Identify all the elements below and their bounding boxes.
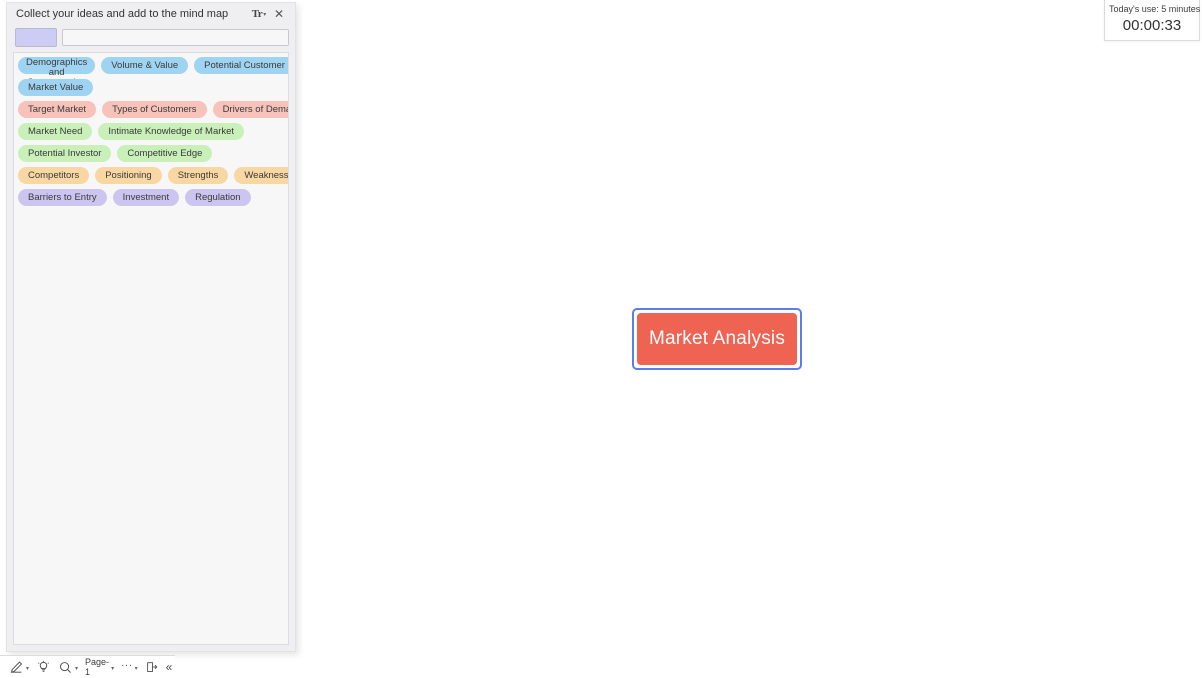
chevron-down-icon: ▾ bbox=[111, 666, 115, 672]
collapse-left-icon: « bbox=[165, 660, 173, 674]
tag-row: Market Need Intimate Knowledge of Market bbox=[18, 123, 286, 140]
idea-tag[interactable]: Investment bbox=[112, 189, 180, 206]
tag-row: Barriers to Entry Investment Regulation bbox=[18, 189, 286, 206]
collapse-panel-button[interactable]: « bbox=[163, 657, 176, 677]
color-swatch-picker[interactable] bbox=[15, 28, 57, 47]
more-dots-label: ··· bbox=[121, 659, 133, 671]
magnifier-icon bbox=[58, 660, 73, 675]
pen-icon bbox=[9, 660, 24, 675]
idea-tag[interactable]: Strengths bbox=[167, 167, 229, 184]
idea-tag[interactable]: Potential Investor bbox=[18, 145, 112, 162]
idea-tag[interactable]: Competitive Edge bbox=[117, 145, 213, 162]
panel-header: Collect your ideas and add to the mind m… bbox=[7, 3, 295, 25]
chevron-down-icon: ▾ bbox=[263, 11, 267, 18]
tag-row: Market Value bbox=[18, 79, 286, 96]
idea-tag[interactable]: Types of Customers bbox=[102, 101, 207, 118]
idea-tag[interactable]: Barriers to Entry bbox=[18, 189, 107, 206]
chevron-down-icon: ▾ bbox=[26, 666, 30, 672]
idea-tag[interactable]: Potential Customer bbox=[194, 57, 288, 74]
pen-tool-button[interactable]: ▾ bbox=[6, 657, 32, 677]
tag-row: Demographics and Segmentation Volume & V… bbox=[18, 57, 288, 88]
idea-tag[interactable]: Weaknesses bbox=[234, 167, 288, 184]
idea-input-row bbox=[7, 25, 295, 52]
close-icon-glyph: ✕ bbox=[273, 7, 285, 21]
idea-tag[interactable]: Drivers of Demand bbox=[212, 101, 288, 118]
chevron-down-icon: ▾ bbox=[75, 666, 79, 672]
idea-tag[interactable]: Volume & Value bbox=[101, 57, 189, 74]
page-label: Page-1 bbox=[85, 657, 110, 677]
zoom-tool-button[interactable]: ▾ bbox=[55, 657, 81, 677]
idea-tag[interactable]: Market Value bbox=[18, 79, 94, 96]
lightbulb-icon bbox=[36, 660, 51, 675]
idea-lightbulb-button[interactable] bbox=[33, 657, 54, 677]
center-node-label: Market Analysis bbox=[648, 328, 786, 349]
center-node-body[interactable]: Market Analysis bbox=[637, 313, 797, 365]
idea-tag[interactable]: Regulation bbox=[185, 189, 251, 206]
idea-tag[interactable]: Target Market bbox=[18, 101, 97, 118]
export-panel-button[interactable] bbox=[142, 657, 162, 677]
timer-usage-label: Today's use: 5 minutes bbox=[1109, 4, 1201, 14]
close-icon[interactable]: ✕ bbox=[269, 5, 289, 23]
idea-tag[interactable]: Demographics and Segmentation bbox=[18, 57, 96, 88]
more-options-button[interactable]: ··· ▾ bbox=[118, 657, 141, 677]
bottom-toolbar: ▾ ▾ Page-1 ▾ ··· ▾ « bbox=[0, 655, 175, 678]
idea-tag[interactable]: Market Need bbox=[18, 123, 93, 140]
mindmap-center-node[interactable]: Market Analysis bbox=[632, 308, 802, 370]
text-format-icon-glyph: Tr bbox=[251, 8, 263, 20]
tag-row: Target Market Types of Customers Drivers… bbox=[18, 101, 288, 118]
export-panel-icon bbox=[145, 660, 159, 674]
idea-tag[interactable]: Competitors bbox=[18, 167, 90, 184]
chevron-down-icon: ▾ bbox=[134, 666, 138, 672]
idea-tag[interactable]: Positioning bbox=[95, 167, 162, 184]
timer-elapsed-value: 00:00:33 bbox=[1122, 17, 1182, 34]
idea-tag-board[interactable]: Demographics and Segmentation Volume & V… bbox=[13, 52, 289, 645]
page-selector[interactable]: Page-1 ▾ bbox=[82, 657, 117, 677]
idea-text-input[interactable] bbox=[62, 29, 289, 46]
tag-row: Potential Investor Competitive Edge bbox=[18, 145, 286, 162]
idea-tag[interactable]: Intimate Knowledge of Market bbox=[98, 123, 245, 140]
usage-timer-widget: Today's use: 5 minutes 00:00:33 bbox=[1104, 0, 1200, 41]
tag-row: Competitors Positioning Strengths Weakne… bbox=[18, 167, 288, 184]
idea-collection-panel: Collect your ideas and add to the mind m… bbox=[6, 2, 296, 652]
panel-title: Collect your ideas and add to the mind m… bbox=[16, 8, 229, 20]
text-format-icon[interactable]: Tr ▾ bbox=[249, 5, 269, 23]
